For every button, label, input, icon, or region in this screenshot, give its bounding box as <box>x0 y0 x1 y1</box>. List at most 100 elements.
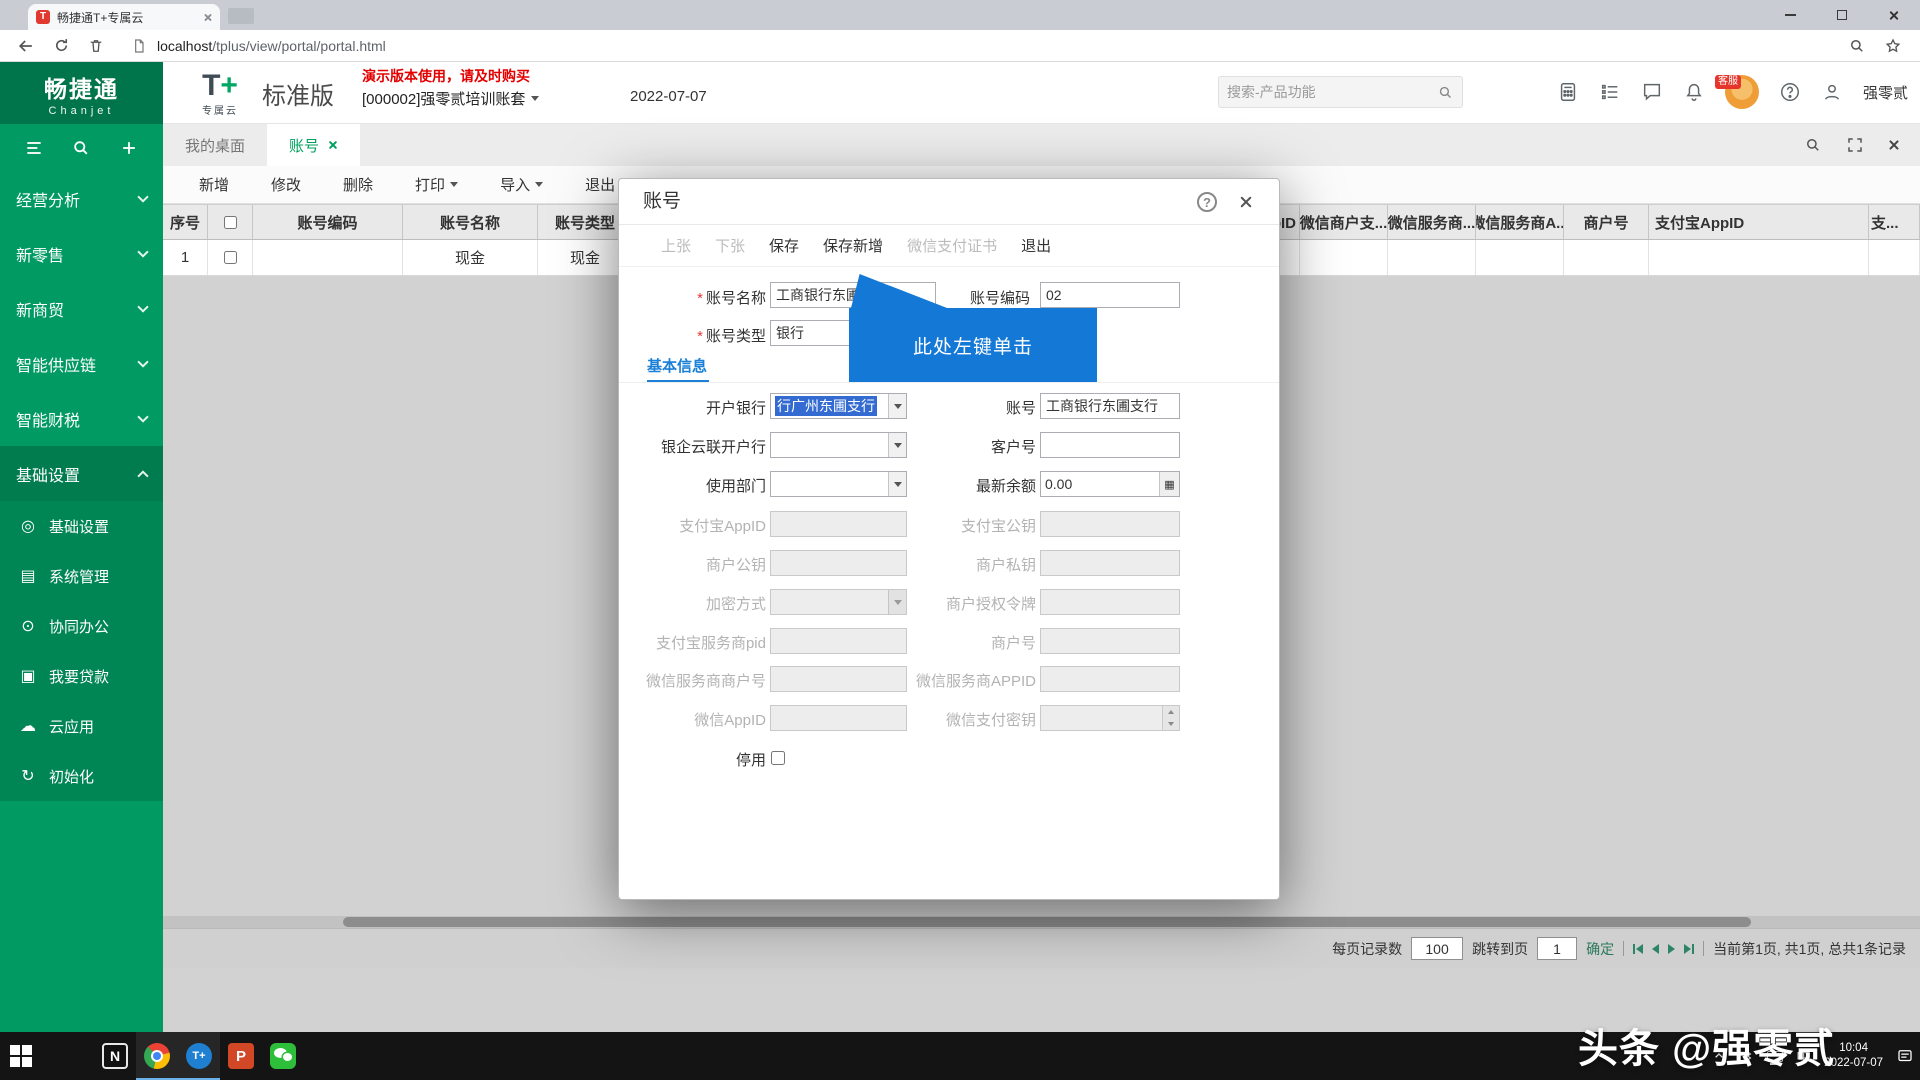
sidebar-section-basic-settings[interactable]: 基础设置 <box>0 446 163 501</box>
back-icon[interactable] <box>16 36 36 56</box>
menu-icon[interactable] <box>24 138 44 158</box>
grid-header-index[interactable]: 序号 <box>163 205 208 239</box>
minimize-icon <box>1784 14 1796 16</box>
grid-header-merchant[interactable]: 商户号 <box>1564 205 1649 239</box>
print-button[interactable]: 打印 <box>415 174 459 195</box>
sidebar-section-retail[interactable]: 新零售 <box>0 226 163 281</box>
account-no-label: 账号 <box>1005 400 1036 417</box>
tab-label: 我的桌面 <box>185 137 246 155</box>
calculator-icon[interactable] <box>1159 472 1179 496</box>
dialog-exit-button[interactable]: 退出 <box>1021 235 1051 256</box>
sidebar-section-tax[interactable]: 智能财税 <box>0 391 163 446</box>
help-icon[interactable] <box>1197 192 1217 212</box>
search-icon[interactable] <box>1804 136 1822 154</box>
prev-record-button[interactable]: 上张 <box>661 235 691 256</box>
notification-center-icon[interactable] <box>1896 1047 1914 1065</box>
address-bar: localhost/tplus/view/portal/portal.html <box>0 30 1920 62</box>
goto-page-input[interactable] <box>1537 937 1578 960</box>
balance-field[interactable]: 0.00 <box>1040 471 1180 497</box>
wechat-cert-button[interactable]: 微信支付证书 <box>907 235 997 256</box>
sidebar-item-initialization[interactable]: 初始化 <box>0 751 163 801</box>
taskbar-app-wechat[interactable] <box>262 1032 304 1080</box>
search-icon[interactable] <box>1437 84 1454 101</box>
service-avatar[interactable]: 客服 <box>1714 75 1759 109</box>
last-page-button[interactable] <box>1684 943 1695 954</box>
header-date: 2022-07-07 <box>630 88 707 105</box>
product-search-box[interactable] <box>1218 76 1463 108</box>
sidebar-item-system-management[interactable]: 系统管理 <box>0 551 163 601</box>
trash-icon[interactable] <box>87 37 105 55</box>
edit-button[interactable]: 修改 <box>271 174 301 195</box>
grid-header-code[interactable]: 账号编码 <box>253 205 403 239</box>
user-icon[interactable] <box>1821 81 1843 103</box>
tab-account[interactable]: 账号 <box>267 124 361 166</box>
delete-button[interactable]: 删除 <box>343 174 373 195</box>
next-record-button[interactable]: 下张 <box>715 235 745 256</box>
stop-checkbox[interactable] <box>771 751 785 765</box>
select-all-checkbox[interactable] <box>223 215 237 229</box>
tab-close-icon[interactable] <box>203 13 212 22</box>
sidebar-item-basic-settings[interactable]: 基础设置 <box>0 501 163 551</box>
sidebar-item-collaboration[interactable]: 协同办公 <box>0 601 163 651</box>
tab-close-icon[interactable] <box>328 140 338 150</box>
grid-header-wx-pay[interactable]: 微信商户支... <box>1300 205 1388 239</box>
sidebar-section-supplychain[interactable]: 智能供应链 <box>0 336 163 391</box>
grid-header-name[interactable]: 账号名称 <box>403 205 538 239</box>
bell-icon[interactable] <box>1683 81 1705 103</box>
message-icon[interactable] <box>1641 81 1663 103</box>
exit-button[interactable]: 退出 <box>585 174 615 195</box>
account-no-input[interactable] <box>1040 393 1180 419</box>
taskbar-app-chrome[interactable] <box>136 1032 178 1080</box>
next-page-button[interactable] <box>1668 943 1676 954</box>
horizontal-scrollbar[interactable] <box>163 916 1920 928</box>
search-icon[interactable] <box>1848 37 1866 55</box>
new-tab-button[interactable] <box>228 8 254 24</box>
taskbar-app-notion[interactable] <box>94 1032 136 1080</box>
account-code-input[interactable] <box>1040 282 1180 308</box>
refresh-icon[interactable] <box>52 36 71 55</box>
account-set-selector[interactable]: [000002]强零贰培训账套 <box>362 88 540 109</box>
taskbar-app-presentation[interactable] <box>220 1032 262 1080</box>
grid-header-wx-sp2[interactable]: 微信服务商A... <box>1476 205 1564 239</box>
prev-page-button[interactable] <box>1652 943 1660 954</box>
window-minimize-button[interactable] <box>1764 0 1816 30</box>
browser-tab-title: 畅捷通T+专属云 <box>57 10 144 25</box>
browser-tab[interactable]: 畅捷通T+专属云 <box>28 4 220 30</box>
row-checkbox[interactable] <box>223 251 237 264</box>
sidebar-item-loan[interactable]: 我要贷款 <box>0 651 163 701</box>
save-button[interactable]: 保存 <box>769 235 799 256</box>
tab-my-desktop[interactable]: 我的桌面 <box>163 124 267 166</box>
help-icon[interactable] <box>1779 81 1801 103</box>
sidebar-item-cloud-apps[interactable]: 云应用 <box>0 701 163 751</box>
sidebar-section-analysis[interactable]: 经营分析 <box>0 171 163 226</box>
taskbar-app-tplus[interactable] <box>178 1032 220 1080</box>
bookmark-star-icon[interactable] <box>1884 37 1902 55</box>
first-page-button[interactable] <box>1633 943 1644 954</box>
import-button[interactable]: 导入 <box>500 174 544 195</box>
username-label[interactable]: 强零贰 <box>1863 82 1908 103</box>
close-icon[interactable] <box>1239 195 1253 209</box>
grid-header-alipay-appid[interactable]: 支付宝AppID <box>1649 205 1869 239</box>
fullscreen-icon[interactable] <box>1846 136 1864 154</box>
balance-label: 最新余额 <box>975 478 1036 495</box>
grid-header-wx-sp1[interactable]: 微信服务商... <box>1388 205 1476 239</box>
url-text[interactable]: localhost/tplus/view/portal/portal.html <box>157 38 386 54</box>
add-button[interactable]: 新增 <box>199 174 229 195</box>
close-icon[interactable] <box>1888 139 1900 151</box>
window-maximize-button[interactable] <box>1816 0 1868 30</box>
grid-header-tail[interactable]: 支... <box>1869 205 1920 239</box>
search-icon[interactable] <box>71 138 91 158</box>
page-size-input[interactable] <box>1411 937 1464 960</box>
calculator-icon[interactable] <box>1557 81 1579 103</box>
window-close-button[interactable] <box>1868 0 1920 30</box>
start-button[interactable] <box>0 1032 42 1080</box>
sidebar-section-trade[interactable]: 新商贸 <box>0 281 163 336</box>
product-search-input[interactable] <box>1227 84 1437 100</box>
scrollbar-thumb[interactable] <box>343 917 1751 927</box>
save-and-new-button[interactable]: 保存新增 <box>823 235 883 256</box>
plus-icon[interactable] <box>119 138 139 158</box>
tab-basic-info[interactable]: 基本信息 <box>647 355 707 376</box>
confirm-button[interactable]: 确定 <box>1586 939 1614 959</box>
task-list-icon[interactable] <box>1599 81 1621 103</box>
customer-no-input[interactable] <box>1040 432 1180 458</box>
